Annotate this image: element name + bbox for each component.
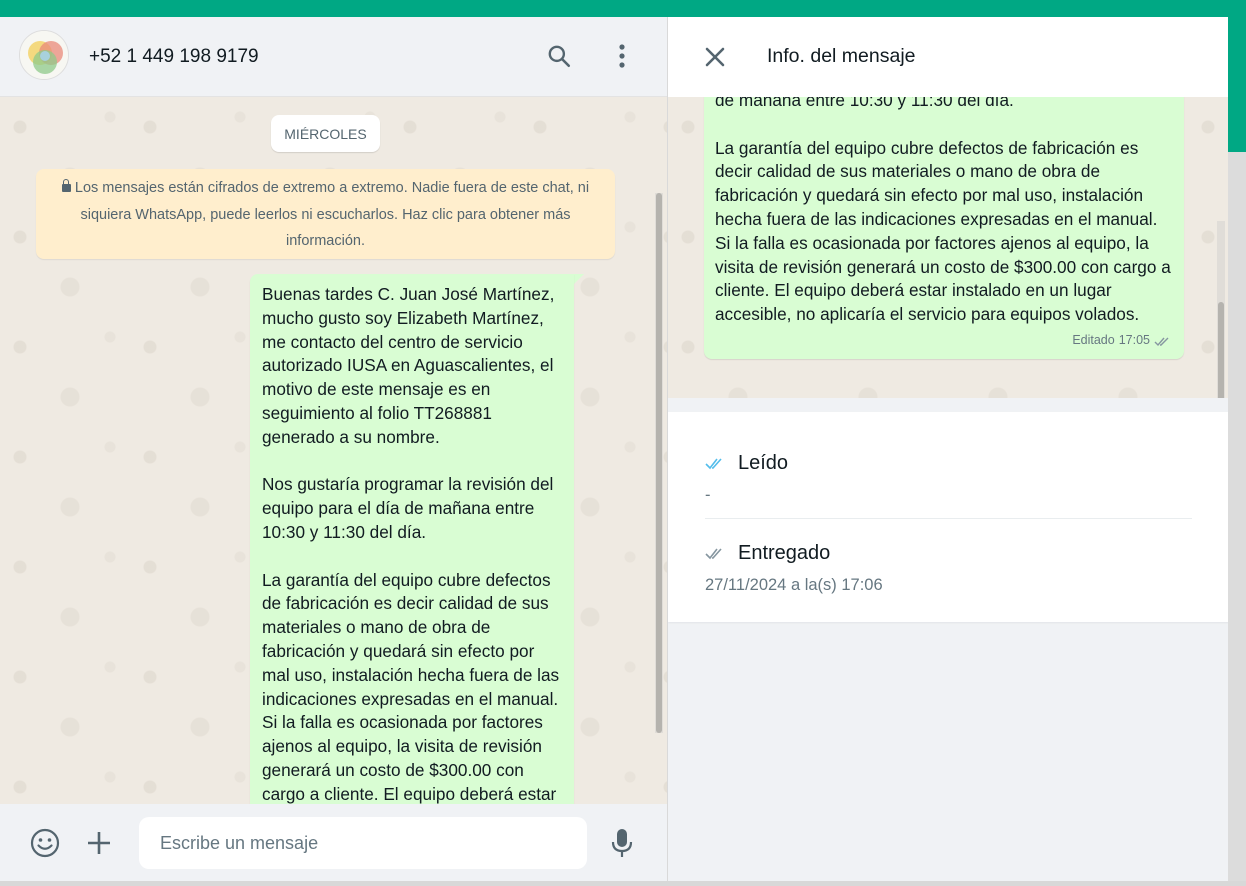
emoji-icon[interactable] [28,826,62,860]
read-check-icon [705,458,722,470]
mic-icon[interactable] [605,826,639,860]
delivered-value: 27/11/2024 a la(s) 17:06 [705,576,883,594]
delivered-label: Entregado [738,542,831,564]
avatar[interactable] [19,30,69,80]
delivered-check-icon [705,548,722,560]
lock-icon [61,179,71,192]
encryption-notice-text: Los mensajes están cifrados de extremo a… [74,180,590,249]
message-composer [0,804,667,881]
chat-panel: +52 1 449 198 9179 MIÉRCOLES Los mensaje… [0,17,667,881]
avatar-image [20,31,68,79]
preview-message-bubble: de mañana entre 10:30 y 11:30 del día. L… [704,97,1184,359]
message-meta: Editado 17:05 [1072,329,1172,353]
top-brand-bar [0,0,1246,17]
edited-label: Editado [1072,333,1115,348]
search-icon[interactable] [544,41,574,71]
read-value: - [705,486,711,504]
bottom-background [0,881,1246,886]
contact-name[interactable]: +52 1 449 198 9179 [89,46,259,68]
message-info-panel: Info. del mensaje de mañana entre 10:30 … [667,17,1228,881]
close-icon[interactable] [701,43,729,71]
date-separator: MIÉRCOLES [271,115,380,152]
plus-icon[interactable] [82,826,116,860]
chat-messages[interactable]: MIÉRCOLES Los mensajes están cifrados de… [0,97,667,804]
info-header: Info. del mensaje [668,17,1228,97]
read-label: Leído [738,452,789,474]
message-preview[interactable]: de mañana entre 10:30 y 11:30 del día. L… [668,97,1228,398]
preview-message-text: de mañana entre 10:30 y 11:30 del día. L… [715,97,1171,325]
right-background [1228,152,1246,886]
menu-icon[interactable] [607,41,637,71]
message-input[interactable] [139,817,587,869]
bubble-tail [574,274,584,284]
info-title: Info. del mensaje [767,45,916,67]
encryption-notice[interactable]: Los mensajes están cifrados de extremo a… [36,169,615,259]
preview-scrollbar-thumb[interactable] [1218,302,1224,398]
right-brand-strip [1228,17,1246,152]
delivery-status-card: Leído - Entregado 27/11/2024 a la(s) 17:… [668,412,1228,622]
double-check-icon [1154,337,1169,346]
status-divider [705,518,1192,519]
chat-header: +52 1 449 198 9179 [0,17,667,97]
message-time: 17:05 [1118,333,1150,348]
chat-scrollbar-thumb[interactable] [656,193,662,733]
outgoing-message[interactable]: Buenas tardes C. Juan José Martínez, muc… [250,274,574,804]
